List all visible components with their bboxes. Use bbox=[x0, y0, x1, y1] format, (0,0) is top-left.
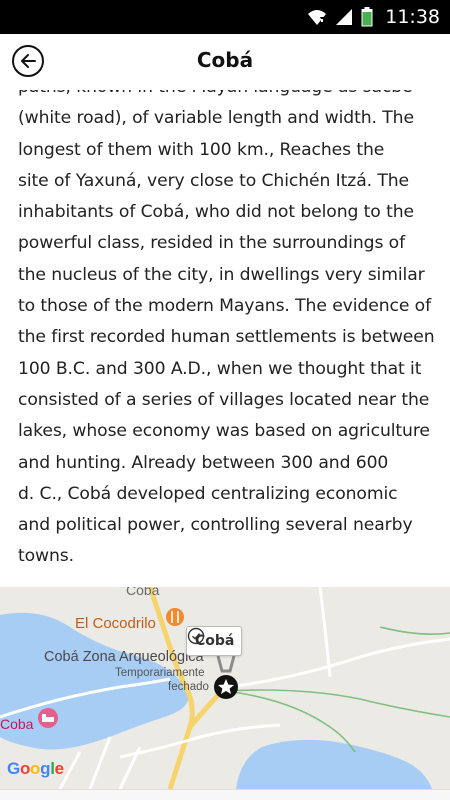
article-scroll-area[interactable]: paths, known in the Mayan language as sa… bbox=[0, 90, 450, 587]
article-line: site of Yaxuná, very close to Chichén It… bbox=[18, 170, 410, 191]
signal-icon bbox=[336, 9, 353, 25]
trail-east-1 bbox=[224, 689, 450, 718]
map-label-town-left[interactable]: Coba bbox=[0, 716, 33, 732]
map-callout[interactable]: Cobá bbox=[186, 626, 243, 656]
article-line: the nucleus of the city, in dwellings ve… bbox=[18, 264, 425, 285]
lake-southeast bbox=[236, 739, 432, 789]
article-line: the first recorded human settlements is … bbox=[18, 327, 435, 348]
article-line: (white road), of variable length and wid… bbox=[18, 108, 414, 129]
google-logo-letter: e bbox=[54, 759, 64, 778]
road-connector bbox=[188, 689, 224, 729]
app-bar: Cobá bbox=[0, 34, 450, 90]
article-line: d. C., Cobá developed centralizing econo… bbox=[18, 483, 398, 504]
google-logo-letter: o bbox=[30, 759, 41, 778]
ruins-icon bbox=[216, 655, 236, 673]
article-line: longest of them with 100 km., Reaches th… bbox=[18, 139, 385, 160]
article-line: inhabitants of Cobá, who did not belong … bbox=[18, 202, 414, 223]
bottom-strip bbox=[0, 789, 450, 800]
google-logo-letter: o bbox=[19, 759, 31, 778]
map-label-town-top: Coba bbox=[126, 587, 160, 598]
status-icons: 11:38 bbox=[307, 5, 440, 29]
map-label-status-line1: Temporariamente bbox=[115, 667, 205, 679]
map-label-status-line2: fechado bbox=[168, 681, 209, 693]
article-line: towns. bbox=[18, 546, 75, 567]
article-line: 100 B.C. and 300 A.D., when we thought t… bbox=[18, 358, 422, 379]
article-body: paths, known in the Mayan language as sa… bbox=[18, 90, 438, 573]
article-line: consisted of a series of villages locate… bbox=[18, 389, 430, 410]
map-canvas bbox=[0, 587, 450, 789]
location-marker-pin[interactable] bbox=[214, 675, 238, 699]
article-line: paths, known in the Mayan language as sa… bbox=[18, 90, 438, 103]
battery-level bbox=[362, 12, 372, 26]
location-map[interactable]: Coba El Cocodrilo Cobá Zona Arqueológica… bbox=[0, 587, 450, 789]
article-line: lakes, whose economy was based on agricu… bbox=[18, 421, 430, 442]
google-logo-letter: G bbox=[7, 759, 20, 778]
article-line: and hunting. Already between 300 and 600 bbox=[18, 452, 389, 473]
google-logo: Google bbox=[7, 759, 64, 779]
battery-icon bbox=[361, 7, 373, 27]
hotel-icon[interactable] bbox=[38, 708, 58, 728]
trail-east-3 bbox=[379, 626, 450, 635]
check-circle-icon bbox=[187, 627, 205, 645]
map-label-restaurant[interactable]: El Cocodrilo bbox=[75, 615, 156, 632]
map-label-archaeological-zone[interactable]: Cobá Zona Arqueológica bbox=[44, 649, 204, 665]
article-line: powerful class, resided in the surroundi… bbox=[18, 233, 406, 254]
google-logo-letter: g bbox=[40, 759, 51, 778]
status-time: 11:38 bbox=[385, 6, 440, 28]
road-minor-north bbox=[318, 587, 332, 678]
status-bar: 11:38 bbox=[0, 0, 450, 34]
road-minor-east bbox=[229, 637, 450, 689]
article-line: to those of the modern Mayans. The evide… bbox=[18, 296, 432, 317]
restaurant-icon[interactable] bbox=[166, 608, 184, 626]
page-title: Cobá bbox=[196, 48, 254, 72]
wifi-icon bbox=[308, 10, 327, 25]
article-line: and political power, controlling several… bbox=[18, 515, 413, 536]
